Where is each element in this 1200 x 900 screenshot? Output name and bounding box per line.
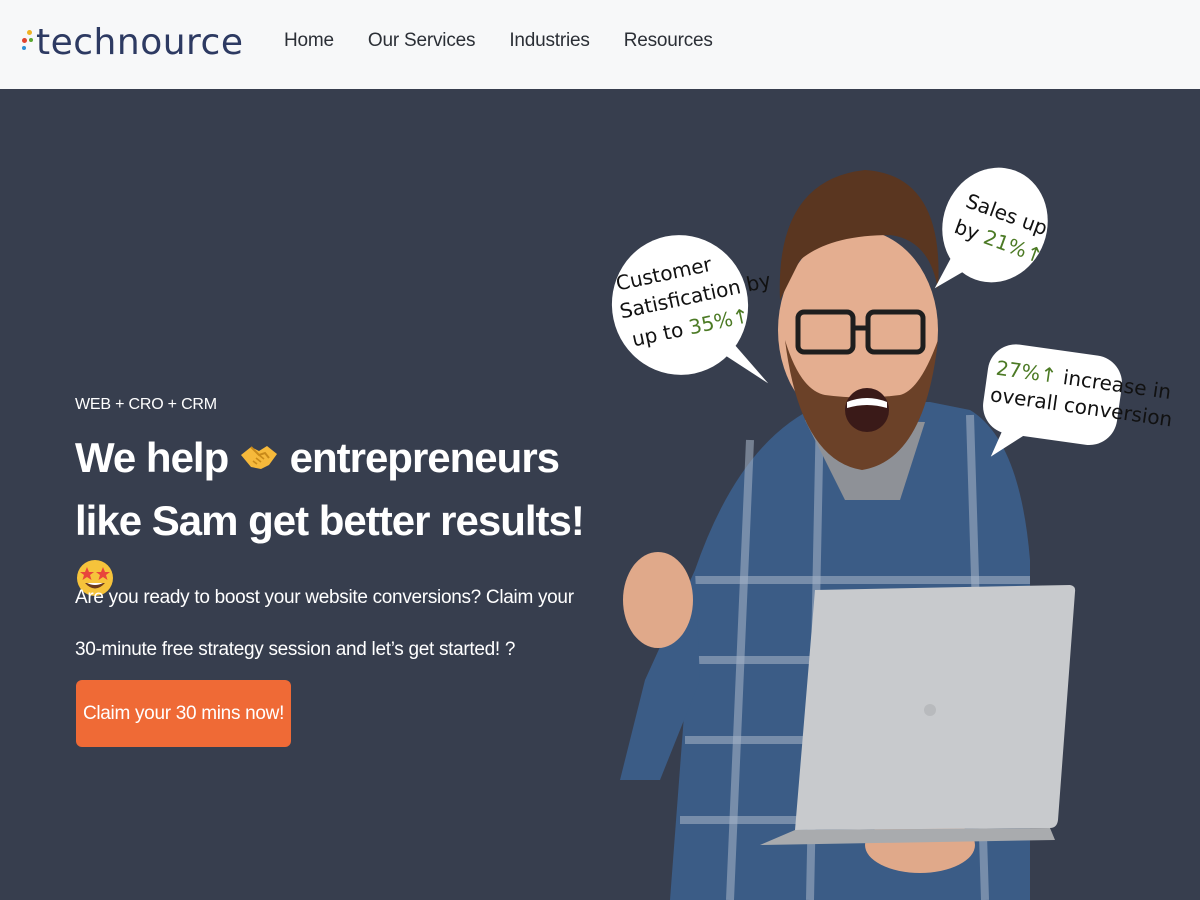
- logo-dots-icon: [22, 24, 34, 60]
- nav-resources[interactable]: Resources: [624, 30, 713, 52]
- sales-bubble: Sales up by 21%↑: [934, 167, 1051, 289]
- satisfaction-bubble: Customer Satisfication by up to 35%↑: [611, 235, 773, 384]
- site-header: technource Home Our Services Industries …: [0, 0, 1200, 89]
- main-nav: Home Our Services Industries Resources: [284, 30, 713, 52]
- hero-illustration: Customer Satisfication by up to 35%↑ Sal…: [600, 140, 1200, 900]
- brand-logo[interactable]: technource: [22, 14, 243, 70]
- brand-name: technource: [36, 21, 244, 63]
- claim-session-button[interactable]: Claim your 30 mins now!: [76, 680, 291, 747]
- hero-eyebrow: WEB + CRO + CRM: [75, 396, 217, 413]
- hero-description: Are you ready to boost your website conv…: [75, 587, 574, 660]
- nav-industries[interactable]: Industries: [509, 30, 590, 52]
- nav-home[interactable]: Home: [284, 30, 334, 52]
- hero-title-part1: We help: [75, 434, 229, 481]
- handshake-icon: [239, 431, 279, 491]
- nav-our-services[interactable]: Our Services: [368, 30, 476, 52]
